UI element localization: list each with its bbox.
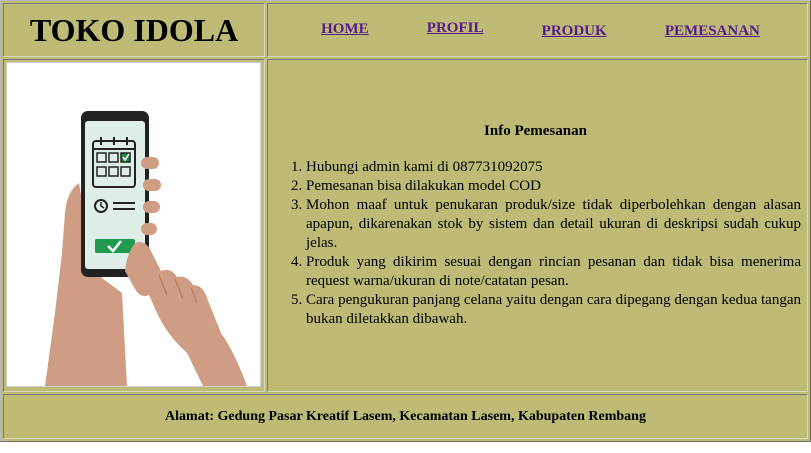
info-item: Pemesanan bisa dilakukan model COD [306,177,801,196]
info-item: Cara pengukuran panjang celana yaitu den… [306,291,801,329]
info-item: Produk yang dikirim sesuai dengan rincia… [306,253,801,291]
illustration-image [6,62,261,387]
footer-cell: Alamat: Gedung Pasar Kreatif Lasem, Keca… [3,394,808,439]
nav-link-profil[interactable]: PROFIL [427,20,484,37]
info-item: Hubungi admin kami di 087731092075 [306,158,801,177]
nav-link-home[interactable]: HOME [321,21,369,38]
info-list: Hubungi admin kami di 087731092075 Pemes… [270,158,801,329]
nav-link-pemesanan[interactable]: PEMESANAN [665,23,760,40]
nav-link-produk[interactable]: PRODUK [542,23,607,40]
brand-cell: TOKO IDOLA [3,3,265,57]
site-title: TOKO IDOLA [29,11,239,48]
info-cell: Info Pemesanan Hubungi admin kami di 087… [267,59,808,392]
illustration-cell [3,59,265,392]
page-layout-table: TOKO IDOLA HOME PROFIL PRODUK PEMESANAN [0,0,811,442]
info-item: Mohon maaf untuk penukaran produk/size t… [306,196,801,253]
phone-checklist-icon [45,111,247,386]
main-nav: HOME PROFIL PRODUK PEMESANAN [268,20,807,40]
nav-cell: HOME PROFIL PRODUK PEMESANAN [267,3,808,57]
footer-address: Alamat: Gedung Pasar Kreatif Lasem, Keca… [165,408,646,424]
info-title: Info Pemesanan [484,122,587,139]
